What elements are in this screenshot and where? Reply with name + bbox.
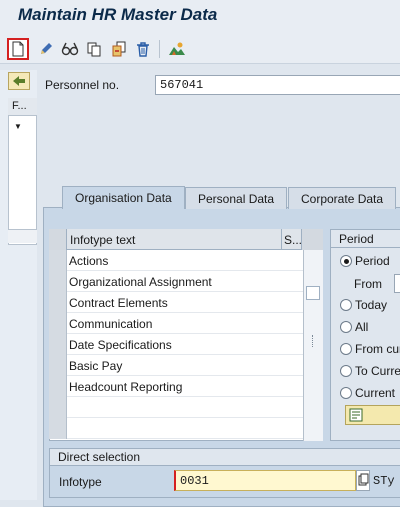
- object-tree-header: F...: [8, 98, 37, 116]
- radio-button[interactable]: [340, 365, 352, 377]
- radio-button[interactable]: [340, 321, 352, 333]
- period-group-title: Period: [331, 230, 400, 248]
- object-tree[interactable]: [8, 98, 37, 245]
- row-selector[interactable]: [49, 313, 67, 334]
- expand-icon[interactable]: ▼: [14, 122, 22, 131]
- table-row[interactable]: Headcount Reporting: [49, 376, 303, 397]
- table-row[interactable]: Date Specifications: [49, 334, 303, 355]
- infotype-text: Actions: [69, 254, 109, 268]
- subtype-label: STy: [373, 474, 395, 488]
- row-selector[interactable]: [49, 250, 67, 271]
- window-title: Maintain HR Master Data: [18, 5, 218, 24]
- radio-button[interactable]: [340, 343, 352, 355]
- radio-period[interactable]: Period: [340, 254, 400, 270]
- row-selector[interactable]: [49, 334, 67, 355]
- infotype-text: Contract Elements: [69, 296, 168, 310]
- from-date-input[interactable]: [394, 274, 400, 293]
- arrow-left-icon: [13, 76, 25, 86]
- infotype-input[interactable]: 0031: [174, 470, 356, 491]
- infotype-table-header: Infotype text S...: [49, 229, 323, 250]
- radio-current[interactable]: Current: [340, 386, 400, 402]
- tab-corporate-data[interactable]: Corporate Data: [288, 187, 397, 209]
- infotype-text: Communication: [69, 317, 153, 331]
- personnel-no-input[interactable]: 567041: [155, 75, 400, 95]
- column-infotype-text[interactable]: Infotype text: [70, 233, 135, 247]
- radio-from-current[interactable]: From cur: [340, 342, 400, 358]
- scrollbar-thumb[interactable]: [306, 286, 320, 300]
- personnel-no-label: Personnel no.: [45, 78, 120, 92]
- row-selector[interactable]: [49, 355, 67, 376]
- row-selector[interactable]: [49, 397, 67, 418]
- row-selector[interactable]: [49, 271, 67, 292]
- period-choose-button[interactable]: [345, 405, 400, 425]
- from-label: From: [354, 277, 382, 291]
- change-icon[interactable]: [35, 38, 57, 60]
- infotype-text: Headcount Reporting: [69, 380, 183, 394]
- table-settings-button[interactable]: [301, 229, 323, 250]
- overview-icon[interactable]: [166, 38, 188, 60]
- row-selector[interactable]: [49, 376, 67, 397]
- value-help-icon[interactable]: [356, 470, 370, 491]
- table-row[interactable]: Basic Pay: [49, 355, 303, 376]
- radio-today[interactable]: Today: [340, 298, 400, 314]
- choose-icon: [349, 408, 363, 422]
- tab-organisation-data[interactable]: Organisation Data: [62, 186, 185, 209]
- direct-selection-title: Direct selection: [50, 449, 400, 466]
- toolbar-separator: [159, 40, 160, 58]
- title-bar: Maintain HR Master Data: [0, 0, 400, 34]
- create-icon[interactable]: [7, 38, 29, 60]
- delimit-icon[interactable]: [108, 38, 130, 60]
- radio-button[interactable]: [340, 255, 352, 267]
- table-row[interactable]: [49, 397, 303, 418]
- infotype-text: Organizational Assignment: [69, 275, 212, 289]
- radio-button[interactable]: [340, 387, 352, 399]
- back-arrow-button[interactable]: [8, 72, 30, 90]
- table-row[interactable]: Organizational Assignment: [49, 271, 303, 292]
- column-divider: [281, 229, 282, 250]
- object-tree-scrollbar[interactable]: [8, 229, 37, 243]
- infotype-table-scrollbar[interactable]: [303, 250, 323, 441]
- display-icon[interactable]: [59, 38, 81, 60]
- table-row[interactable]: Communication: [49, 313, 303, 334]
- radio-to-current[interactable]: To Curre: [340, 364, 400, 380]
- delete-icon[interactable]: [132, 38, 154, 60]
- table-row[interactable]: [49, 418, 303, 439]
- row-selector[interactable]: [49, 292, 67, 313]
- select-all-button[interactable]: [49, 229, 67, 250]
- row-selector[interactable]: [49, 418, 67, 439]
- tab-personal-data[interactable]: Personal Data: [185, 187, 288, 209]
- infotype-label: Infotype: [59, 475, 102, 489]
- infotype-text: Date Specifications: [69, 338, 172, 352]
- table-row[interactable]: Contract Elements: [49, 292, 303, 313]
- column-status[interactable]: S...: [284, 233, 302, 247]
- application-toolbar: [0, 34, 400, 64]
- copy-icon[interactable]: [83, 38, 105, 60]
- radio-button[interactable]: [340, 299, 352, 311]
- scrollbar-grip: [312, 335, 314, 347]
- infotype-text: Basic Pay: [69, 359, 123, 373]
- radio-all[interactable]: All: [340, 320, 400, 336]
- table-row[interactable]: Actions: [49, 250, 303, 271]
